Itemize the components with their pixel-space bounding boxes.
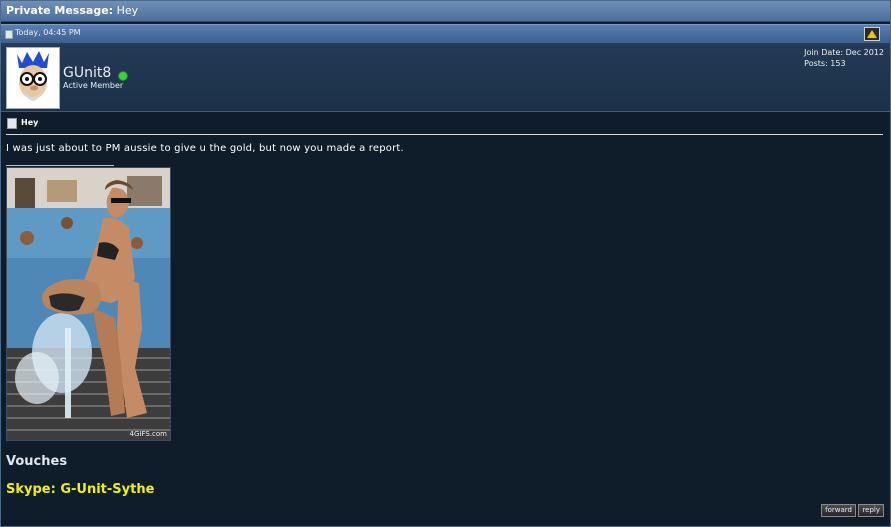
username[interactable]: GUnit8	[63, 65, 111, 81]
message-area: Hey I was just about to PM aussie to giv…	[1, 112, 890, 526]
post-count: Posts: 153	[804, 59, 846, 68]
user-info-bar: GUnit8 Active Member Join Date: Dec 2012…	[1, 44, 890, 112]
signature-gif: 4GIFS.com	[6, 167, 171, 441]
window-title: Private Message: Hey	[6, 4, 138, 17]
user-title: Active Member	[63, 81, 124, 90]
title-bar: Private Message: Hey	[1, 1, 890, 22]
gif-image	[7, 168, 170, 440]
subject-divider	[6, 134, 883, 135]
title-subject: Hey	[116, 4, 139, 17]
post-date: Today, 04:45 PM	[15, 28, 81, 37]
post-icon	[5, 30, 13, 39]
avatar[interactable]	[6, 47, 60, 109]
message-body: I was just about to PM aussie to give u …	[6, 143, 404, 154]
message-subject: Hey	[21, 118, 39, 127]
gif-watermark: 4GIFS.com	[129, 430, 167, 438]
reply-button[interactable]: reply	[858, 504, 884, 517]
user-stats: Join Date: Dec 2012 Posts: 153	[804, 47, 884, 69]
pm-window: Private Message: Hey Today, 04:45 PM GUn…	[0, 0, 891, 527]
warning-triangle-icon	[867, 30, 877, 38]
signature-divider	[6, 165, 114, 166]
title-label: Private Message:	[6, 4, 114, 17]
forward-button[interactable]: forward	[821, 504, 856, 517]
vouches-link[interactable]: Vouches	[6, 454, 67, 469]
document-icon	[7, 118, 17, 129]
join-date: Join Date: Dec 2012	[804, 48, 884, 57]
skype-text: Skype: G-Unit-Sythe	[6, 482, 155, 497]
report-post-button[interactable]	[864, 27, 880, 41]
online-status-icon	[118, 71, 128, 81]
avatar-image	[7, 48, 59, 108]
post-date-bar: Today, 04:45 PM	[1, 24, 890, 44]
